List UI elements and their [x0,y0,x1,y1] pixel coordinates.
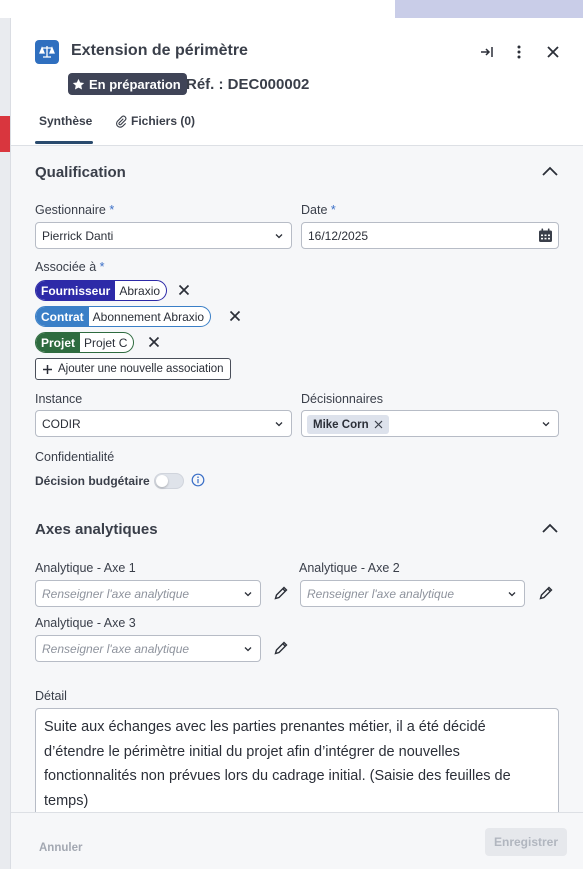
association-chip-contrat[interactable]: Contrat Abonnement Abraxio [35,306,212,327]
budget-decision-toggle[interactable] [154,473,184,489]
chevron-down-icon [244,647,252,652]
edit-axis3-pencil-icon[interactable] [273,640,289,656]
close-panel-button[interactable] [541,40,565,64]
decision-maker-name: Mike Corn [313,418,369,431]
add-association-button[interactable]: Ajouter une nouvelle association [35,358,231,380]
collapse-panel-button[interactable] [475,40,499,64]
axis3-placeholder: Renseigner l'axe analytique [42,641,190,656]
active-tab-indicator [35,141,93,144]
association-value: Projet C [84,335,128,350]
association-type: Projet [36,333,81,352]
association-type: Contrat [36,307,89,326]
remove-tag-icon[interactable] [374,420,383,429]
detail-label: Détail [35,689,67,703]
chevron-up-icon[interactable] [541,165,559,177]
associated-label: Associée à * [35,260,105,274]
chevron-down-icon [542,422,550,427]
background-red-marker [0,116,10,152]
date-value: 16/12/2025 [308,228,369,243]
axis1-label: Analytique - Axe 1 [35,561,136,575]
axis3-label: Analytique - Axe 3 [35,616,136,630]
axis1-placeholder: Renseigner l'axe analytique [42,586,190,601]
association-type: Fournisseur [36,281,116,300]
kebab-menu-icon [517,45,521,59]
manager-value: Pierrick Danti [42,228,114,243]
tab-synthese[interactable]: Synthèse [39,114,92,128]
cancel-button[interactable]: Annuler [39,842,82,854]
plus-icon [43,364,52,374]
budget-decision-label: Décision budgétaire [35,474,150,488]
chevron-down-icon [508,592,516,597]
detail-textarea[interactable]: Suite aux échanges avec les parties pren… [35,708,559,823]
manager-select[interactable]: Pierrick Danti [35,222,292,249]
side-panel: Extension de périmètre En préparation Ré… [10,18,583,869]
tab-fichiers-label: Fichiers (0) [131,114,196,128]
chevron-down-icon [244,592,252,597]
manager-label: Gestionnaire * [35,203,115,217]
edit-axis1-pencil-icon[interactable] [273,585,289,601]
scale-icon [35,40,59,64]
save-button[interactable]: Enregistrer [485,828,567,856]
instance-select[interactable]: CODIR [35,410,292,437]
panel-title: Extension de périmètre [71,42,248,59]
remove-association-icon[interactable] [147,335,161,349]
date-field[interactable]: 16/12/2025 [301,222,559,249]
association-chip-fournisseur[interactable]: Fournisseur Abraxio [35,280,168,301]
arrow-to-right-icon [481,47,493,57]
section-title-qualification: Qualification [35,164,126,181]
axis2-label: Analytique - Axe 2 [299,561,400,575]
confidentiality-label: Confidentialité [35,450,115,464]
axis3-select[interactable]: Renseigner l'axe analytique [35,635,261,662]
reference-number: Réf. : DEC000002 [186,76,310,93]
tab-fichiers[interactable]: Fichiers (0) [115,114,195,128]
calendar-icon[interactable] [538,228,553,243]
edit-axis2-pencil-icon[interactable] [538,585,554,601]
panel-header: Extension de périmètre En préparation Ré… [11,18,583,146]
close-icon [547,46,559,58]
axis1-select[interactable]: Renseigner l'axe analytique [35,580,261,607]
association-chip-projet[interactable]: Projet Projet C [35,332,135,353]
star-icon [72,78,85,90]
instance-value: CODIR [42,416,81,431]
axis2-select[interactable]: Renseigner l'axe analytique [300,580,525,607]
chevron-up-icon[interactable] [541,522,559,534]
toggle-knob [156,475,168,487]
decision-makers-label: Décisionnaires [301,392,383,406]
status-badge-label: En préparation [89,76,181,92]
status-badge: En préparation [68,73,187,95]
decision-maker-tag: Mike Corn [307,415,389,434]
date-label: Date * [301,203,336,217]
section-title-analytics: Axes analytiques [35,521,158,538]
add-association-label: Ajouter une nouvelle association [58,363,224,375]
association-value: Abraxio [119,283,161,298]
chevron-down-icon [275,422,283,427]
paperclip-icon [116,115,127,128]
tab-synthese-label: Synthèse [39,114,93,128]
remove-association-icon[interactable] [177,283,191,297]
more-options-button[interactable] [507,40,531,64]
association-value: Abonnement Abraxio [92,309,205,324]
instance-label: Instance [35,392,83,406]
info-icon[interactable] [191,473,205,487]
remove-association-icon[interactable] [228,309,242,323]
chevron-down-icon [275,234,283,239]
background-header-shade [395,0,583,18]
axis2-placeholder: Renseigner l'axe analytique [307,586,455,601]
